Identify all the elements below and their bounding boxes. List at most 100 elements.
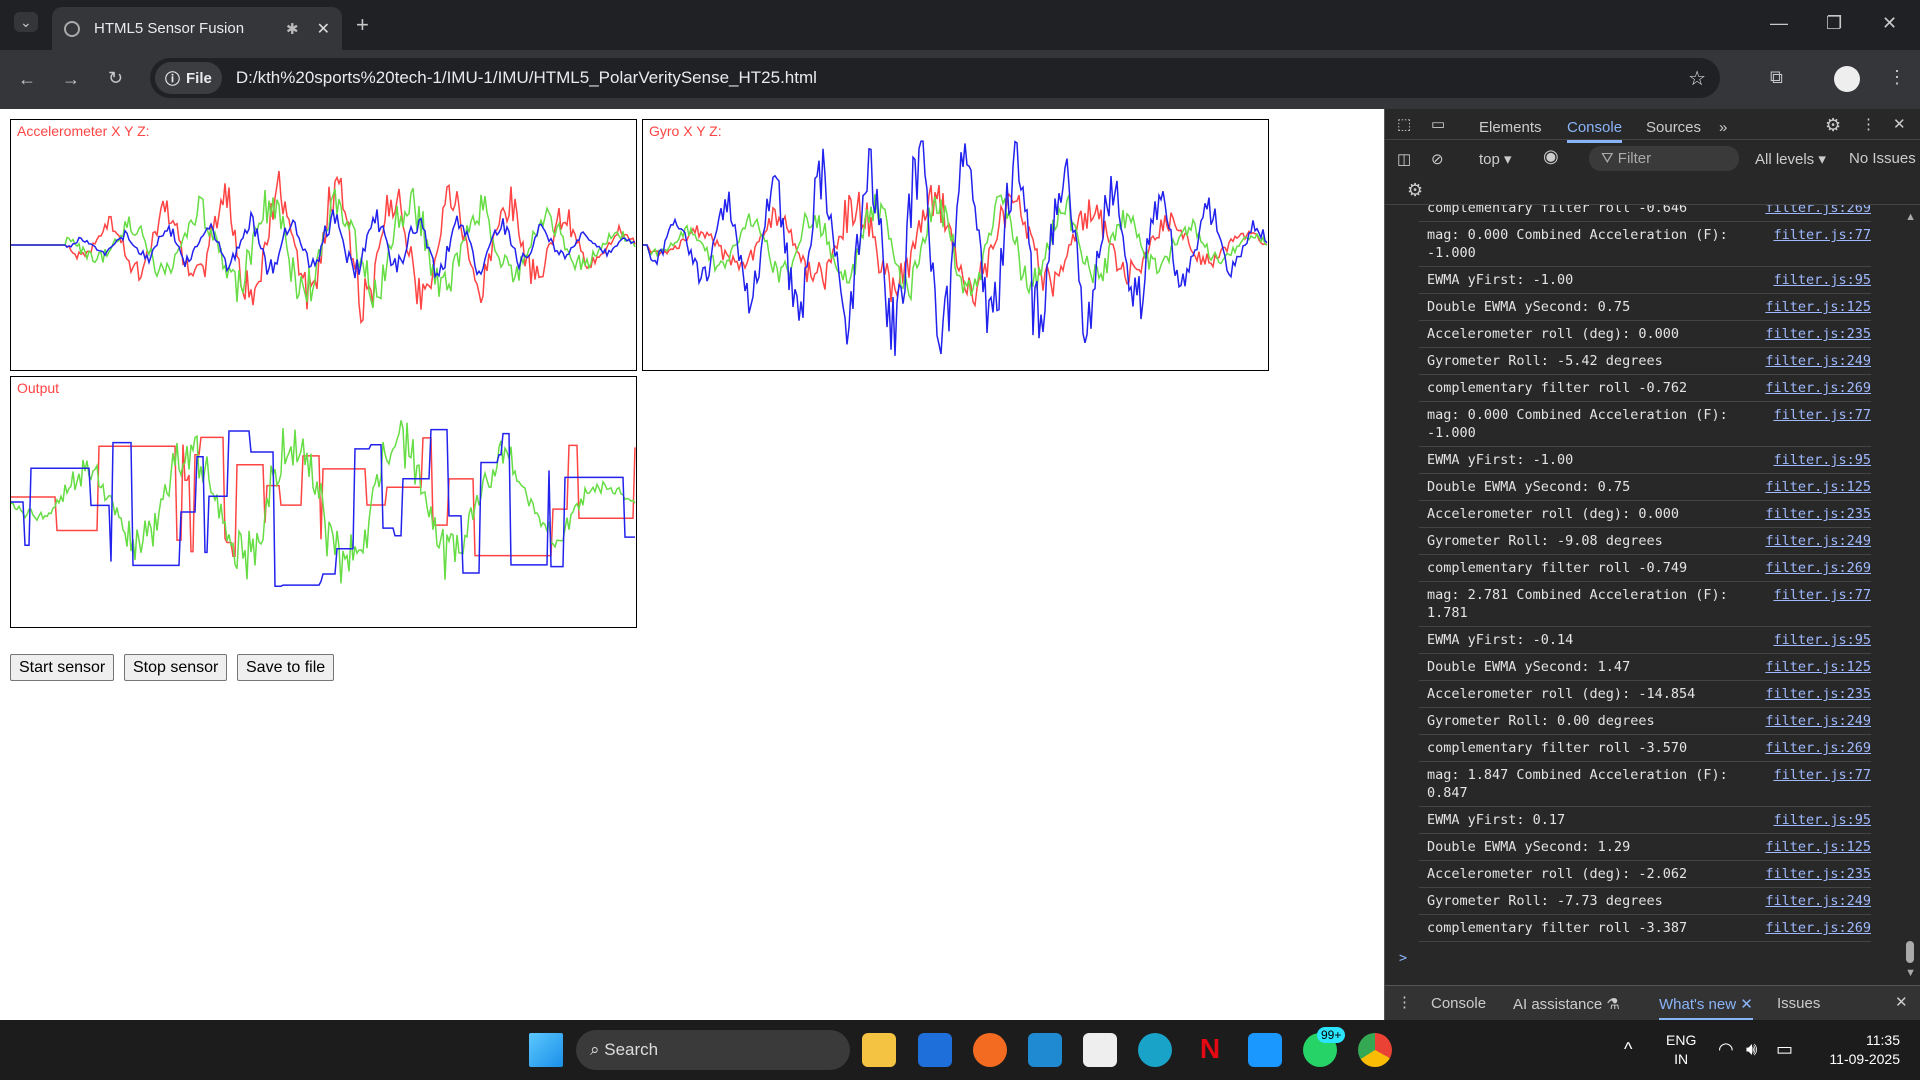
info-icon: ⓘ [165, 70, 181, 88]
whatsapp-icon[interactable]: 99+ [1303, 1027, 1346, 1067]
source-link[interactable]: filter.js:77 [1773, 226, 1871, 262]
console-prompt[interactable]: > [1399, 942, 1920, 966]
context-selector[interactable]: top ▾ [1479, 150, 1512, 168]
source-link[interactable]: filter.js:95 [1773, 811, 1871, 829]
console-entry: EWMA yFirst: 0.17 filter.js:95 [1419, 807, 1871, 834]
source-link[interactable]: filter.js:77 [1773, 406, 1871, 442]
tab-sources[interactable]: Sources [1646, 119, 1701, 136]
url-text: D:/kth%20sports%20tech-1/IMU-1/IMU/HTML5… [235, 68, 817, 87]
close-drawer-icon[interactable]: ✕ [1895, 993, 1908, 1011]
source-link[interactable]: filter.js:95 [1773, 451, 1871, 469]
source-link[interactable]: filter.js:269 [1765, 739, 1871, 757]
settings-icon[interactable]: ⚙ [1825, 115, 1841, 136]
prime-video-icon[interactable] [1248, 1033, 1282, 1067]
accel-y-line [11, 187, 636, 309]
tab-search-button[interactable]: ⌄ [14, 12, 38, 32]
file-explorer-icon[interactable] [862, 1033, 896, 1067]
source-link[interactable]: filter.js:125 [1765, 298, 1871, 316]
source-link[interactable]: filter.js:269 [1765, 559, 1871, 577]
console-scrollbar[interactable] [1906, 941, 1914, 963]
source-link[interactable]: filter.js:269 [1765, 919, 1871, 937]
tab-elements[interactable]: Elements [1479, 119, 1542, 136]
output-canvas: Output [10, 376, 637, 628]
stop-sensor-button[interactable]: Stop sensor [124, 654, 228, 681]
source-link[interactable]: filter.js:249 [1765, 352, 1871, 370]
firefox-icon[interactable] [973, 1033, 1007, 1067]
console-entry: EWMA yFirst: -1.00 filter.js:95 [1419, 267, 1871, 294]
extensions-icon[interactable]: ⧉ [1770, 68, 1783, 86]
bookmark-star-icon[interactable]: ☆ [1688, 66, 1706, 91]
accel-x-line [11, 170, 636, 325]
minimize-button[interactable]: — [1770, 14, 1788, 32]
back-icon[interactable]: ← [18, 70, 36, 88]
gyro-canvas: Gyro X Y Z: [642, 119, 1269, 371]
start-sensor-button[interactable]: Start sensor [10, 654, 115, 681]
windows-start-icon[interactable] [529, 1033, 563, 1067]
source-link[interactable]: filter.js:77 [1773, 586, 1871, 622]
browser-tab[interactable]: HTML5 Sensor Fusion ✱ ✕ [52, 7, 342, 50]
source-link[interactable]: filter.js:249 [1765, 532, 1871, 550]
close-window-button[interactable]: ✕ [1882, 14, 1897, 32]
close-tab-icon[interactable]: ✕ [317, 19, 330, 39]
issues-counter[interactable]: No Issues [1849, 150, 1916, 167]
language-indicator[interactable]: ENG IN [1666, 1031, 1696, 1069]
source-link[interactable]: filter.js:269 [1765, 379, 1871, 397]
chrome-icon[interactable] [1358, 1033, 1392, 1067]
reload-icon[interactable]: ↻ [108, 69, 123, 87]
menu-icon[interactable]: ⋮ [1888, 68, 1906, 86]
scroll-down-arrow[interactable]: ▼ [1905, 967, 1916, 979]
drawer-menu-icon[interactable]: ⋮ [1397, 993, 1412, 1011]
source-link[interactable]: filter.js:95 [1773, 631, 1871, 649]
more-tabs-icon[interactable]: » [1719, 119, 1727, 136]
filter-input[interactable]: ⛛ Filter [1589, 146, 1739, 171]
source-link[interactable]: filter.js:235 [1765, 865, 1871, 883]
devtools-menu-icon[interactable]: ⋮ [1861, 115, 1876, 133]
console-entry: Gyrometer Roll: -5.42 degrees filter.js:2… [1419, 348, 1871, 375]
inspect-element-icon[interactable]: ⬚ [1397, 115, 1411, 133]
source-link[interactable]: filter.js:249 [1765, 712, 1871, 730]
show-hidden-icons-chevron[interactable]: ^ [1624, 1040, 1632, 1058]
vscode-icon[interactable] [1028, 1033, 1062, 1067]
forward-icon[interactable]: → [62, 70, 80, 88]
drawer-tab-console[interactable]: Console [1431, 995, 1486, 1012]
log-levels-dropdown[interactable]: All levels ▾ [1755, 150, 1826, 168]
address-bar[interactable]: ⓘ File D:/kth%20sports%20tech-1/IMU-1/IMU… [150, 58, 1720, 98]
source-link[interactable]: filter.js:125 [1765, 478, 1871, 496]
console-settings-icon[interactable]: ⚙ [1407, 180, 1423, 201]
clock[interactable]: 11:35 11-09-2025 [1810, 1031, 1900, 1069]
profile-avatar[interactable] [1834, 66, 1860, 92]
sidebar-toggle-icon[interactable]: ◫ [1397, 150, 1411, 168]
scroll-up-arrow[interactable]: ▲ [1905, 211, 1916, 223]
close-tab-icon[interactable]: ✕ [1740, 996, 1753, 1013]
console-settings-row: ⚙ [1385, 178, 1920, 205]
source-link[interactable]: filter.js:235 [1765, 505, 1871, 523]
source-link[interactable]: filter.js:235 [1765, 685, 1871, 703]
drawer-tab-whats-new[interactable]: What's new ✕ [1659, 995, 1753, 1021]
app-icon[interactable] [918, 1033, 952, 1067]
source-link[interactable]: filter.js:125 [1765, 658, 1871, 676]
live-expression-eye-icon[interactable]: ◉ [1543, 146, 1559, 167]
battery-icon[interactable]: ▭ [1776, 1040, 1793, 1058]
clear-console-icon[interactable]: ⊘ [1431, 150, 1444, 168]
site-info-chip[interactable]: ⓘ File [155, 62, 222, 94]
source-link[interactable]: filter.js:235 [1765, 325, 1871, 343]
save-to-file-button[interactable]: Save to file [237, 654, 335, 681]
close-devtools-icon[interactable]: ✕ [1893, 115, 1906, 133]
drawer-tab-issues[interactable]: Issues [1777, 995, 1820, 1012]
volume-icon[interactable]: 🔊︎ [1746, 1040, 1757, 1058]
wifi-icon[interactable]: ◠ [1718, 1040, 1734, 1058]
device-toolbar-icon[interactable]: ▭ [1431, 115, 1445, 133]
restore-button[interactable]: ❐ [1826, 14, 1842, 32]
source-link[interactable]: filter.js:125 [1765, 838, 1871, 856]
taskbar-search[interactable]: ⌕ Search [576, 1030, 850, 1070]
edge-icon[interactable] [1138, 1033, 1172, 1067]
source-link[interactable]: filter.js:77 [1773, 766, 1871, 802]
microsoft-store-icon[interactable] [1083, 1033, 1117, 1067]
output-label: Output [17, 380, 60, 396]
new-tab-button[interactable]: + [356, 14, 369, 36]
drawer-tab-ai-assistance[interactable]: AI assistance ⚗ [1513, 995, 1620, 1013]
source-link[interactable]: filter.js:249 [1765, 892, 1871, 910]
netflix-icon[interactable]: N [1193, 1033, 1227, 1067]
source-link[interactable]: filter.js:95 [1773, 271, 1871, 289]
accelerometer-label: Accelerometer X Y Z: [17, 123, 150, 139]
